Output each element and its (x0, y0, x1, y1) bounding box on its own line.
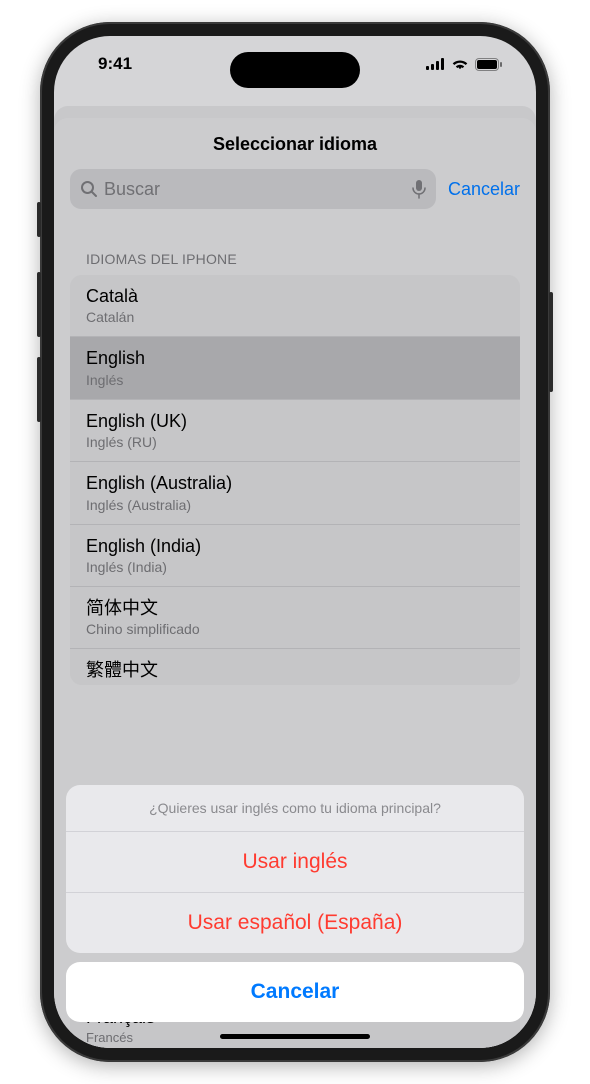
status-indicators (426, 58, 502, 71)
use-english-button[interactable]: Usar inglés (66, 832, 524, 893)
cellular-signal-icon (426, 58, 445, 70)
language-list: Català Catalán English Inglés English (U… (70, 275, 520, 685)
dynamic-island (230, 52, 360, 88)
action-group: ¿Quieres usar inglés como tu idioma prin… (66, 785, 524, 953)
search-field[interactable] (70, 169, 436, 209)
language-name: English (UK) (86, 410, 504, 433)
page-title: Seleccionar idioma (70, 134, 520, 155)
language-subtitle: Inglés (RU) (86, 434, 504, 450)
search-row: Cancelar (70, 169, 520, 209)
search-cancel-button[interactable]: Cancelar (448, 179, 520, 200)
language-item-traditional-chinese[interactable]: 繁體中文 (70, 649, 520, 684)
language-item-english-uk[interactable]: English (UK) Inglés (RU) (70, 400, 520, 462)
language-name: Català (86, 285, 504, 308)
language-item-simplified-chinese[interactable]: 简体中文 Chino simplificado (70, 587, 520, 649)
search-input[interactable] (104, 179, 406, 200)
microphone-icon[interactable] (412, 179, 426, 199)
use-spanish-button[interactable]: Usar español (España) (66, 893, 524, 953)
wifi-icon (451, 58, 469, 71)
language-name: 繁體中文 (86, 659, 504, 682)
iphone-device-frame: 9:41 Seleccionar idioma Cancelar (40, 22, 550, 1062)
language-subtitle: Inglés (86, 372, 504, 388)
volume-down-button (37, 357, 41, 422)
language-subtitle: Chino simplificado (86, 621, 504, 637)
home-indicator[interactable] (220, 1034, 370, 1039)
language-item-english-australia[interactable]: English (Australia) Inglés (Australia) (70, 462, 520, 524)
language-item-catala[interactable]: Català Catalán (70, 275, 520, 337)
language-name: English (86, 347, 504, 370)
language-subtitle: Inglés (Australia) (86, 497, 504, 513)
volume-up-button (37, 272, 41, 337)
side-button (549, 292, 553, 392)
section-header: IDIOMAS DEL IPHONE (54, 219, 536, 275)
battery-icon (475, 58, 502, 71)
action-cancel-group: Cancelar (66, 962, 524, 1022)
language-item-english[interactable]: English Inglés (70, 337, 520, 399)
action-sheet: ¿Quieres usar inglés como tu idioma prin… (66, 785, 524, 1022)
sheet-header: Seleccionar idioma Cancelar (54, 118, 536, 219)
search-icon (80, 180, 98, 198)
language-name: 简体中文 (86, 597, 504, 620)
language-name: English (Australia) (86, 472, 504, 495)
screen: 9:41 Seleccionar idioma Cancelar (54, 36, 536, 1048)
action-cancel-button[interactable]: Cancelar (66, 962, 524, 1022)
language-subtitle: Inglés (India) (86, 559, 504, 575)
language-subtitle: Catalán (86, 309, 504, 325)
language-item-english-india[interactable]: English (India) Inglés (India) (70, 525, 520, 587)
status-time: 9:41 (98, 54, 132, 74)
action-sheet-prompt: ¿Quieres usar inglés como tu idioma prin… (66, 785, 524, 832)
language-name: English (India) (86, 535, 504, 558)
silence-switch (37, 202, 41, 237)
